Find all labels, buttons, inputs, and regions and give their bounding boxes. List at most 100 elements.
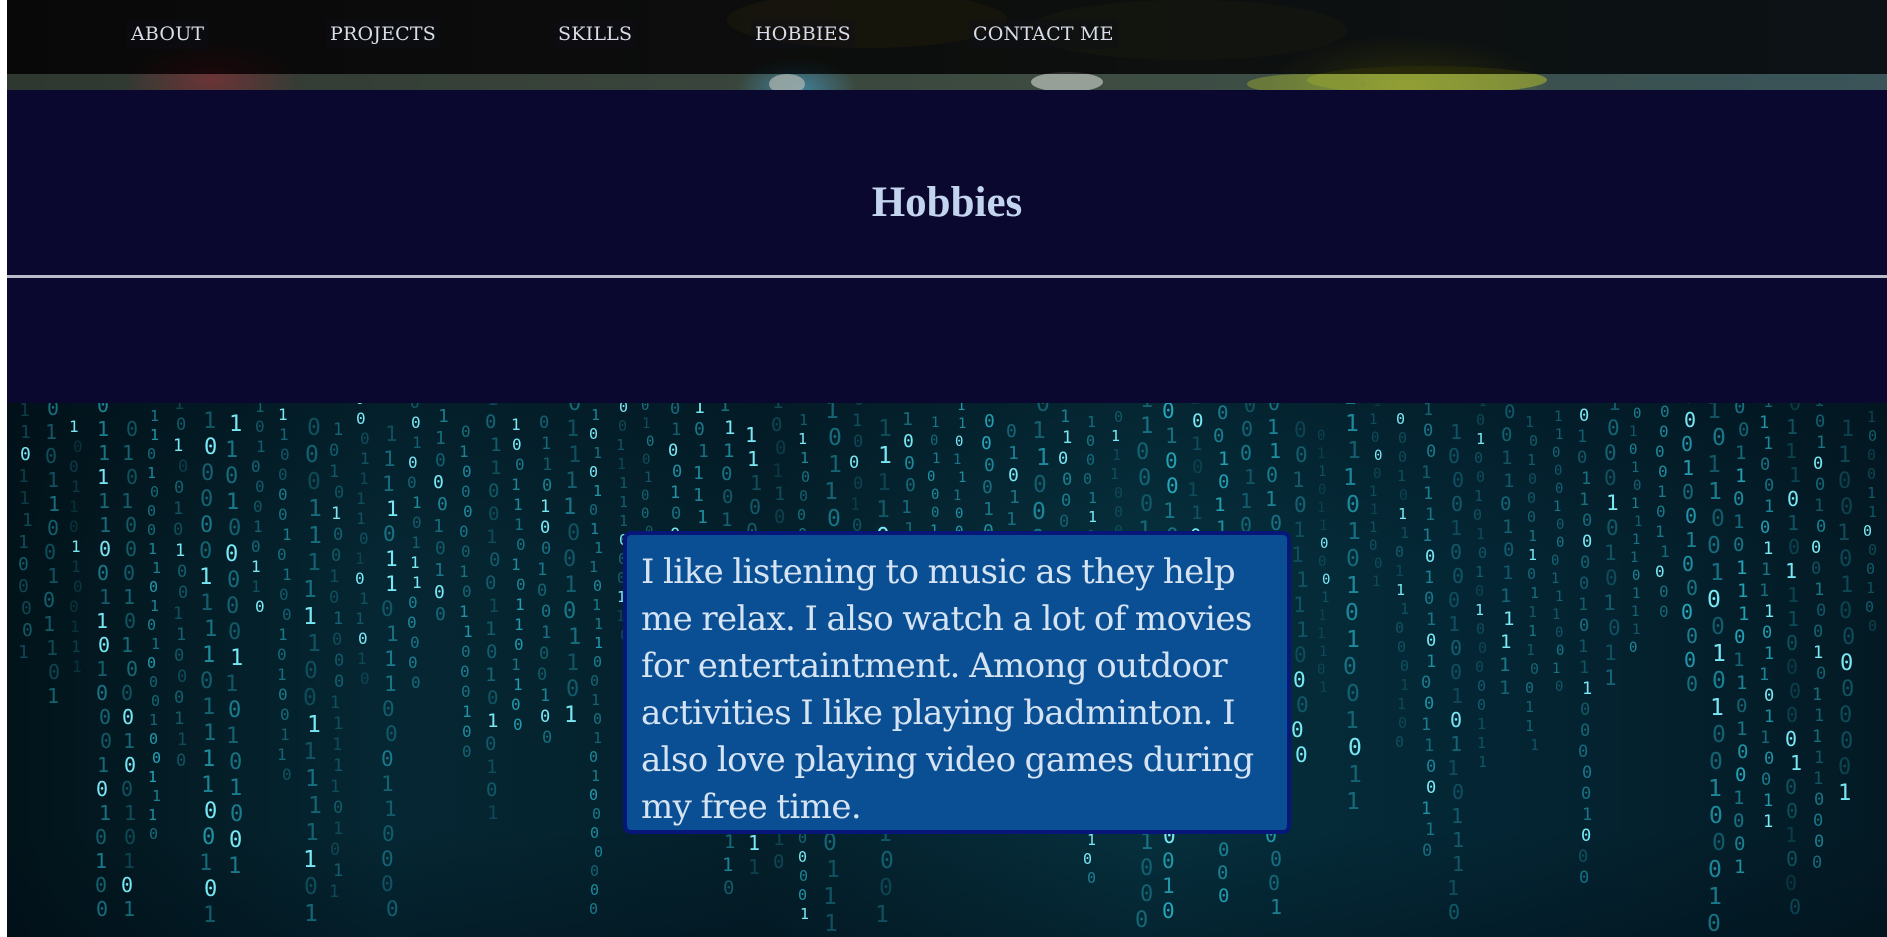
svg-text:0: 0 (1786, 631, 1798, 655)
nav-link-skills[interactable]: SKILLS (554, 19, 637, 49)
svg-text:1: 1 (1499, 654, 1510, 676)
svg-text:0: 0 (879, 875, 893, 901)
svg-text:1: 1 (593, 444, 602, 462)
svg-text:0: 0 (1707, 587, 1721, 613)
nav-link-hobbies[interactable]: HOBBIES (751, 19, 855, 49)
page: ABOUT PROJECTS SKILLS HOBBIES CONTACT ME… (7, 0, 1887, 937)
svg-text:0: 0 (307, 469, 321, 495)
svg-text:0: 0 (330, 840, 340, 860)
svg-text:0: 0 (590, 672, 599, 690)
svg-text:1: 1 (1632, 586, 1640, 602)
svg-text:1: 1 (1660, 542, 1670, 561)
svg-text:0: 0 (984, 455, 995, 476)
svg-text:0: 0 (45, 444, 57, 468)
svg-text:1: 1 (694, 403, 705, 418)
svg-text:0: 0 (230, 802, 243, 827)
nav-link-about[interactable]: ABOUT (127, 19, 209, 49)
svg-text:1: 1 (1579, 490, 1589, 510)
svg-text:0: 0 (1398, 448, 1407, 466)
svg-text:1: 1 (490, 434, 501, 456)
svg-text:1: 1 (123, 729, 135, 753)
svg-text:0: 0 (1476, 411, 1485, 429)
svg-text:1: 1 (18, 642, 29, 663)
svg-text:0: 0 (1294, 643, 1307, 667)
svg-text:1: 1 (1841, 417, 1854, 442)
svg-text:1: 1 (329, 882, 339, 902)
svg-text:0: 0 (1786, 703, 1798, 727)
svg-text:1: 1 (148, 806, 157, 824)
svg-text:1: 1 (280, 725, 290, 744)
svg-text:1: 1 (800, 449, 809, 467)
svg-text:1: 1 (1347, 519, 1361, 545)
nav-link-contact-me[interactable]: CONTACT ME (969, 19, 1118, 49)
svg-text:1: 1 (1606, 491, 1619, 515)
svg-text:1: 1 (121, 489, 133, 513)
svg-text:0: 0 (355, 403, 365, 408)
svg-text:1: 1 (332, 735, 342, 755)
svg-text:1: 1 (1346, 627, 1360, 653)
svg-text:0: 0 (1764, 476, 1774, 496)
nav-link-projects[interactable]: PROJECTS (326, 19, 440, 49)
svg-text:0: 0 (1815, 475, 1825, 495)
svg-text:0: 0 (589, 900, 598, 918)
svg-text:1: 1 (1710, 695, 1724, 721)
svg-text:1: 1 (251, 557, 261, 576)
svg-text:0: 0 (173, 520, 183, 540)
svg-text:1: 1 (228, 854, 241, 879)
svg-text:0: 0 (1162, 849, 1175, 873)
svg-text:1: 1 (1500, 631, 1511, 653)
svg-text:1: 1 (1422, 526, 1432, 546)
svg-text:0: 0 (177, 667, 187, 687)
svg-text:0: 0 (1815, 412, 1825, 432)
svg-text:1: 1 (282, 565, 292, 584)
svg-text:0: 0 (905, 475, 916, 496)
svg-text:1: 1 (1764, 602, 1774, 622)
svg-text:0: 0 (1032, 499, 1046, 525)
svg-text:1: 1 (43, 612, 55, 636)
svg-text:1: 1 (152, 559, 161, 577)
svg-text:0: 0 (1345, 600, 1359, 626)
svg-text:1: 1 (594, 539, 603, 557)
svg-text:1: 1 (386, 497, 399, 521)
svg-text:0: 0 (329, 588, 339, 608)
svg-text:1: 1 (123, 585, 135, 609)
svg-text:1: 1 (1812, 727, 1822, 747)
svg-text:0: 0 (1083, 470, 1092, 488)
svg-text:1: 1 (1476, 525, 1485, 543)
svg-text:0: 0 (20, 444, 31, 465)
svg-text:1: 1 (747, 447, 759, 471)
svg-text:0: 0 (437, 403, 448, 405)
svg-text:0: 0 (334, 651, 344, 671)
svg-text:1: 1 (121, 633, 133, 657)
svg-text:1: 1 (511, 415, 521, 434)
svg-text:0: 0 (124, 825, 136, 849)
svg-text:0: 0 (1477, 696, 1486, 714)
svg-text:1: 1 (799, 411, 808, 429)
svg-text:0: 0 (1684, 648, 1696, 672)
svg-text:1: 1 (151, 635, 160, 653)
svg-text:0: 0 (147, 616, 156, 634)
svg-text:0: 0 (177, 562, 187, 582)
svg-text:1: 1 (1240, 489, 1252, 513)
svg-text:0: 0 (904, 453, 915, 474)
svg-text:0: 0 (126, 657, 138, 681)
svg-text:1: 1 (1214, 494, 1225, 516)
svg-text:0: 0 (1737, 741, 1748, 763)
svg-text:1: 1 (772, 403, 783, 413)
svg-text:1: 1 (1450, 516, 1462, 540)
svg-text:0: 0 (228, 698, 241, 723)
svg-text:1: 1 (566, 651, 579, 676)
svg-text:0: 0 (1140, 882, 1153, 907)
svg-text:0: 0 (567, 521, 580, 546)
svg-text:0: 0 (1785, 727, 1797, 751)
svg-text:1: 1 (1447, 756, 1459, 780)
svg-text:1: 1 (1604, 666, 1617, 690)
svg-text:0: 0 (1578, 847, 1588, 867)
svg-text:1: 1 (71, 477, 81, 496)
svg-text:1: 1 (69, 497, 79, 516)
svg-text:0: 0 (1450, 636, 1462, 660)
svg-text:0: 0 (1087, 869, 1096, 887)
svg-text:1: 1 (1790, 751, 1802, 775)
svg-text:1: 1 (1763, 539, 1773, 559)
hobbies-description-text: I like listening to music as they help m… (641, 552, 1254, 827)
